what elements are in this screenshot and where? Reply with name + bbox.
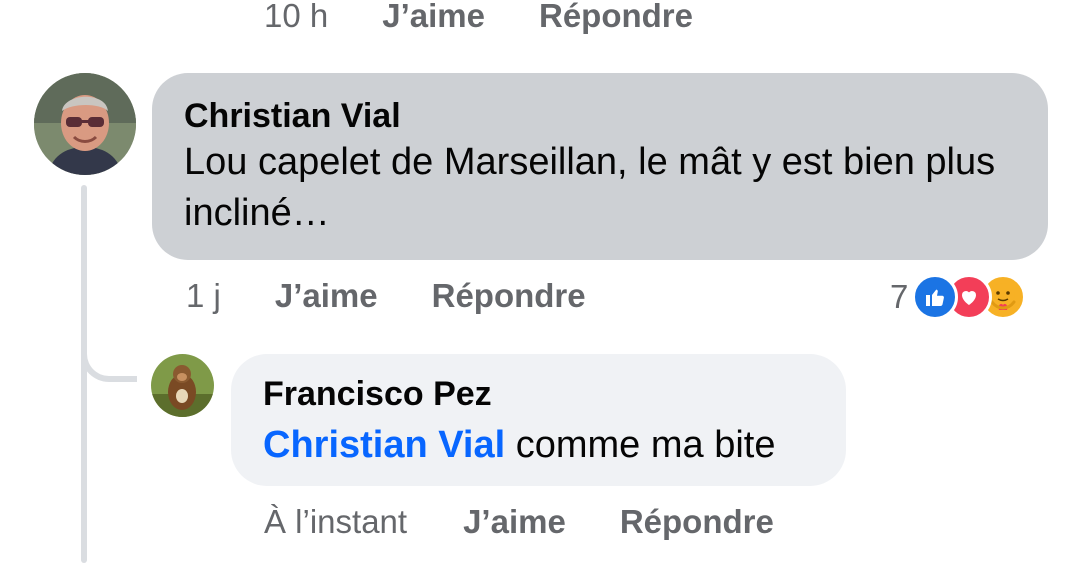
reaction-count: 7 [890,278,909,315]
reactions-summary[interactable]: 7 [890,274,1027,320]
christian-vial-avatar[interactable] [34,73,136,175]
comment-author[interactable]: Christian Vial [184,97,401,136]
reply-time[interactable]: À l’instant [264,503,407,541]
avatar-photo [151,354,214,417]
previous-comment-meta: 10 h J’aime Répondre [264,0,693,38]
comment-text: Lou capelet de Marseillan, le mât y est … [184,141,996,234]
previous-comment-time: 10 h [264,0,329,34]
reply-body: comme ma bite [515,424,776,466]
comment-meta: 1 j J’aime Répondre [186,274,586,318]
comment-bubble[interactable]: Christian Vial Lou capelet de Marseillan… [152,73,1048,260]
reply-meta: À l’instant J’aime Répondre [264,500,774,544]
previous-like-button[interactable]: J’aime [382,0,485,35]
reply-text: Christian Vial comme ma bite [263,420,775,471]
comment-reply-button[interactable]: Répondre [432,277,586,315]
comment-time[interactable]: 1 j [186,277,221,315]
reply-bubble[interactable]: Francisco Pez Christian Vial comme ma bi… [231,354,846,486]
previous-reply-button[interactable]: Répondre [539,0,693,35]
mention-link[interactable]: Christian Vial [263,424,505,466]
thread-line [81,185,87,563]
like-icon [912,274,959,320]
reply-like-button[interactable]: J’aime [463,503,566,541]
reply-author[interactable]: Francisco Pez [263,375,492,414]
avatar-photo [34,73,136,175]
comment-like-button[interactable]: J’aime [275,277,378,315]
francisco-pez-avatar[interactable] [151,354,214,417]
reply-reply-button[interactable]: Répondre [620,503,774,541]
reply-connector [81,310,137,382]
